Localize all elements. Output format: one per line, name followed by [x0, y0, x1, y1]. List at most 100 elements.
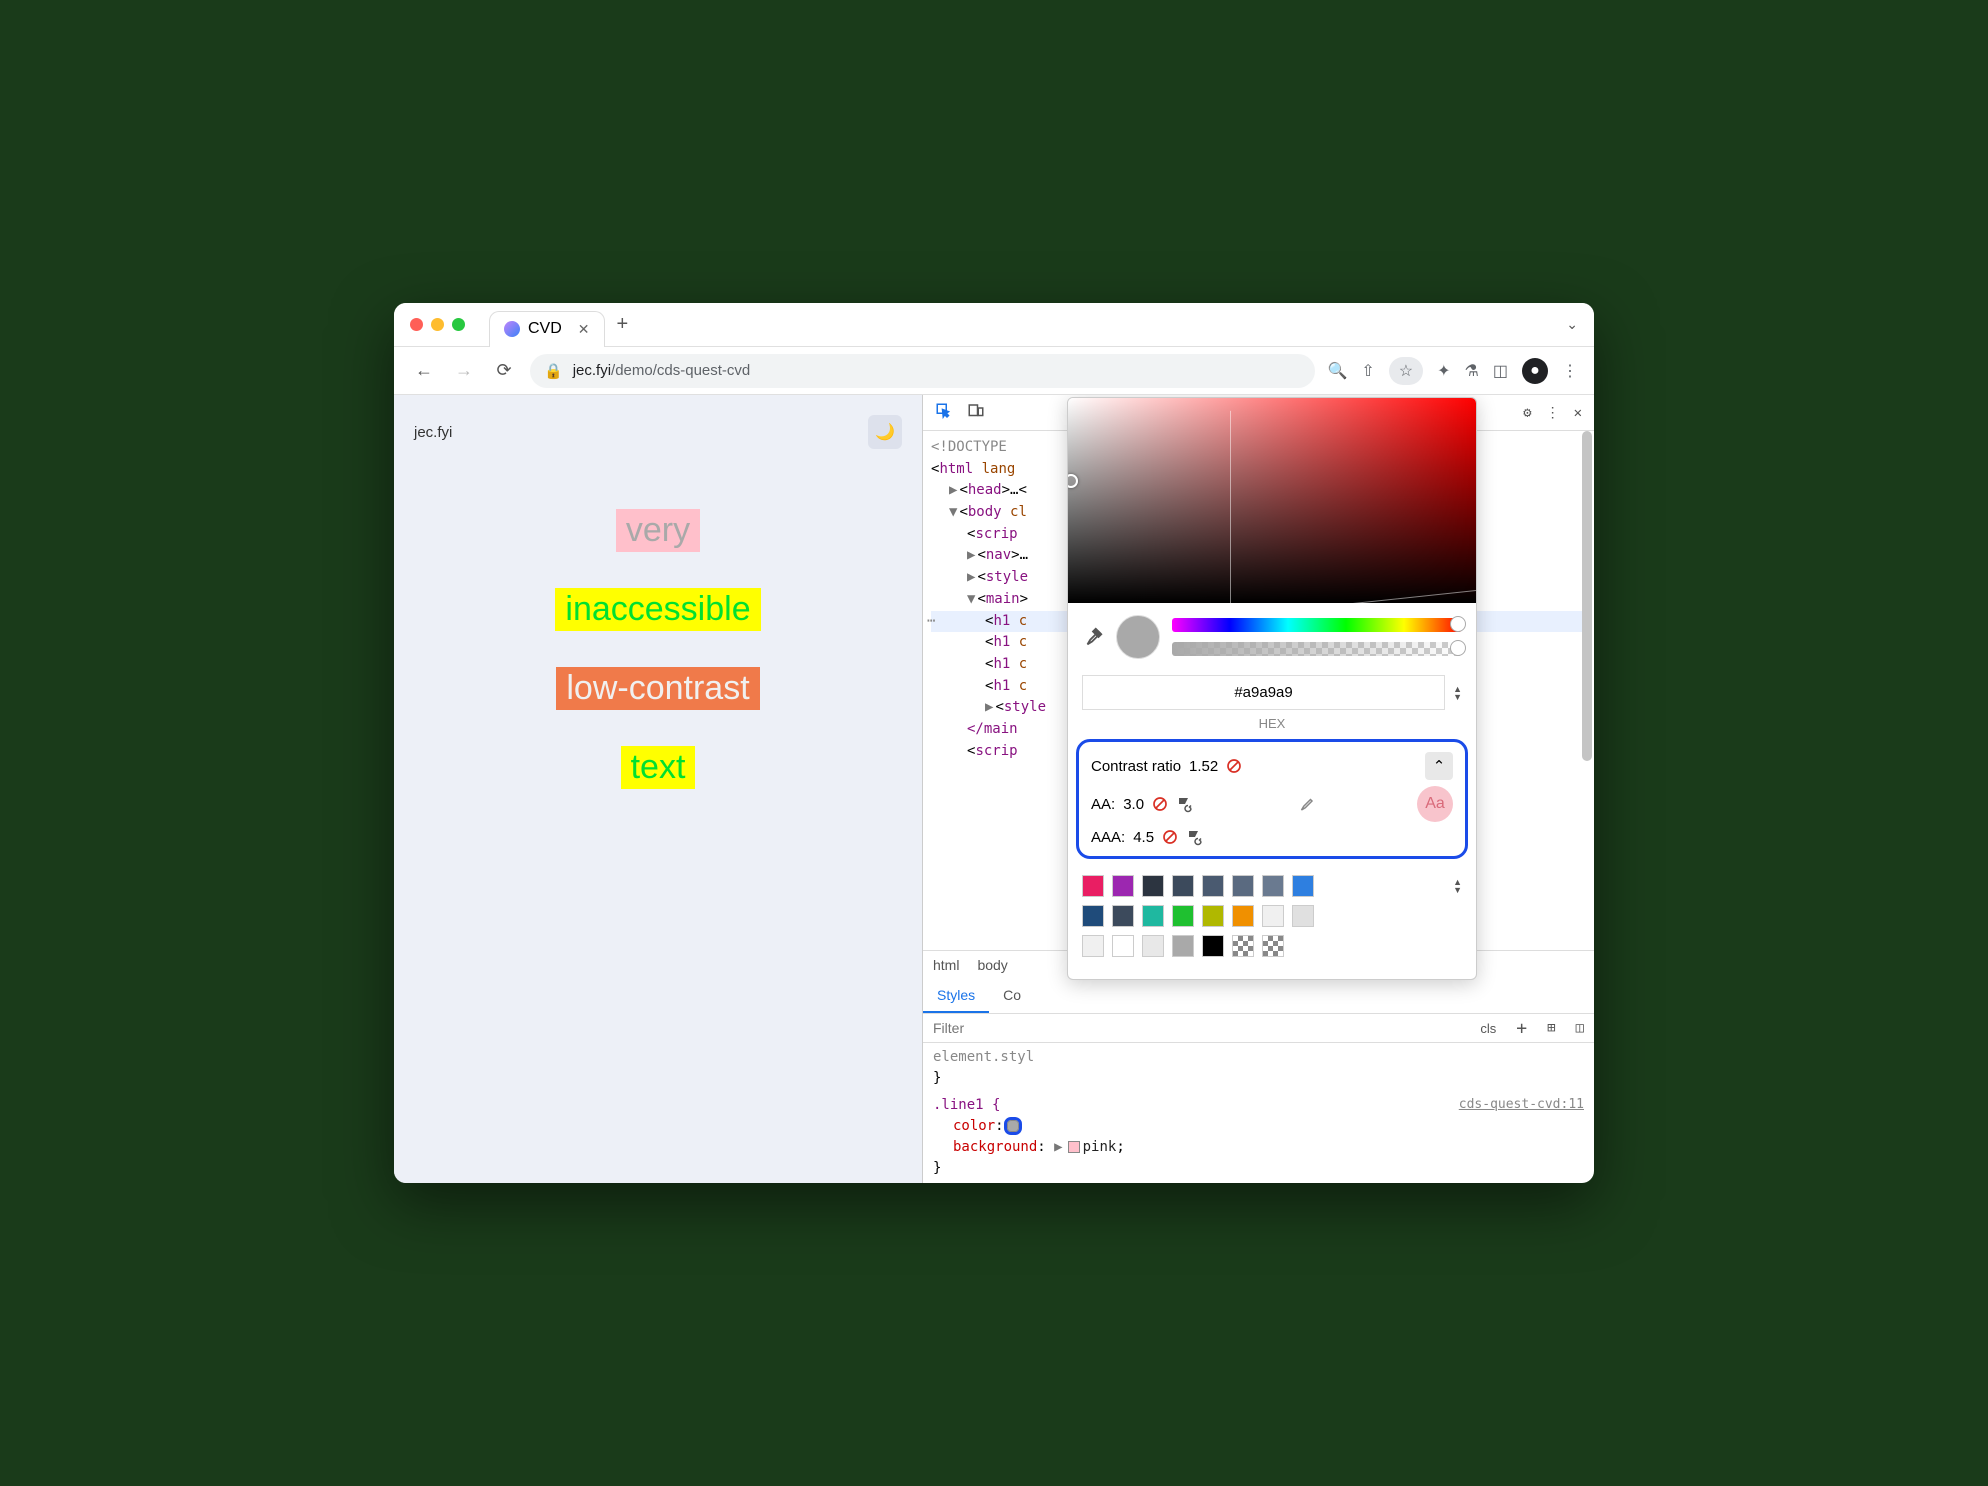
toggle-pane-icon[interactable]: ◫: [1566, 1020, 1594, 1036]
hex-label: HEX: [1068, 716, 1476, 731]
forward-button[interactable]: →: [450, 357, 478, 385]
crumb-html[interactable]: html: [933, 957, 959, 973]
swatch[interactable]: [1112, 875, 1134, 897]
swatch[interactable]: [1262, 905, 1284, 927]
swatch[interactable]: [1262, 935, 1284, 957]
contrast-fail-icon: [1226, 758, 1242, 774]
tab-styles[interactable]: Styles: [923, 979, 989, 1013]
alpha-slider[interactable]: [1172, 642, 1462, 656]
color-spectrum[interactable]: [1068, 398, 1476, 603]
swatch[interactable]: [1172, 905, 1194, 927]
sidepanel-icon[interactable]: ◫: [1493, 361, 1508, 381]
rendered-page: jec.fyi 🌙 very inaccessible low-contrast…: [394, 395, 922, 1183]
extensions-icon[interactable]: ✦: [1437, 361, 1450, 381]
demo-line-1: very: [616, 509, 700, 552]
swatch[interactable]: [1082, 935, 1104, 957]
devtools-scrollbar[interactable]: [1582, 431, 1592, 761]
maximize-window-button[interactable]: [452, 318, 465, 331]
swatch[interactable]: [1112, 935, 1134, 957]
aaa-fix-icon[interactable]: [1186, 828, 1204, 846]
close-devtools-icon[interactable]: ✕: [1574, 405, 1582, 421]
more-menu-icon[interactable]: ⋮: [1562, 361, 1578, 381]
inspect-element-button[interactable]: [935, 402, 953, 424]
bookmark-button[interactable]: ☆: [1389, 357, 1423, 385]
aa-fix-icon[interactable]: [1176, 795, 1194, 813]
demo-line-2: inaccessible: [555, 588, 760, 631]
swatch[interactable]: [1142, 905, 1164, 927]
theme-toggle-button[interactable]: 🌙: [868, 415, 902, 449]
contrast-label: Contrast ratio: [1091, 758, 1181, 775]
share-icon[interactable]: ⇧: [1361, 361, 1374, 381]
spectrum-handle[interactable]: [1067, 474, 1078, 488]
tabs-menu-button[interactable]: ⌄: [1566, 316, 1578, 333]
color-swatches: ▲▼: [1068, 867, 1476, 979]
browser-toolbar: ← → ⟳ 🔒 jec.fyi/demo/cds-quest-cvd 🔍 ⇧ ☆…: [394, 347, 1594, 395]
swatch[interactable]: [1202, 935, 1224, 957]
site-title: jec.fyi: [414, 424, 452, 441]
tab-title: CVD: [528, 320, 562, 338]
reload-button[interactable]: ⟳: [490, 357, 518, 385]
swatch[interactable]: [1262, 875, 1284, 897]
aa-fail-icon: [1152, 796, 1168, 812]
swatch-page-stepper[interactable]: ▲▼: [1453, 878, 1462, 894]
more-icon[interactable]: ⋮: [1546, 405, 1560, 421]
aaa-fail-icon: [1162, 829, 1178, 845]
tab-computed[interactable]: Co: [989, 979, 1035, 1013]
swatch[interactable]: [1172, 875, 1194, 897]
aaa-label: AAA:: [1091, 829, 1125, 846]
swatch[interactable]: [1292, 905, 1314, 927]
traffic-lights: [410, 318, 465, 331]
swatch[interactable]: [1202, 875, 1224, 897]
color-preview: [1116, 615, 1160, 659]
eyedropper-button[interactable]: [1082, 626, 1104, 648]
profile-button[interactable]: ●: [1522, 358, 1548, 384]
url-path: /demo/cds-quest-cvd: [611, 362, 750, 379]
tab-close-icon[interactable]: ✕: [578, 321, 590, 338]
bg-swatch[interactable]: [1068, 1141, 1080, 1153]
tab-favicon-icon: [504, 321, 520, 337]
devtools-panel: ⚙ ⋮ ✕ <!DOCTYPE <html lang ▶<head>…< ▼<b…: [922, 395, 1594, 1183]
swatch[interactable]: [1232, 875, 1254, 897]
content-area: jec.fyi 🌙 very inaccessible low-contrast…: [394, 395, 1594, 1183]
aa-label: AA:: [1091, 796, 1115, 813]
swatch[interactable]: [1202, 905, 1224, 927]
hex-input[interactable]: [1082, 675, 1445, 710]
contrast-value: 1.52: [1189, 758, 1218, 775]
contrast-eyedropper-icon[interactable]: [1297, 795, 1315, 813]
back-button[interactable]: ←: [410, 357, 438, 385]
swatch[interactable]: [1142, 875, 1164, 897]
rule-source-link[interactable]: cds-quest-cvd:11: [1459, 1095, 1584, 1115]
titlebar: CVD ✕ + ⌄: [394, 303, 1594, 347]
device-toggle-button[interactable]: [967, 402, 985, 424]
zoom-icon[interactable]: 🔍: [1327, 361, 1347, 381]
swatch[interactable]: [1112, 905, 1134, 927]
close-window-button[interactable]: [410, 318, 423, 331]
browser-window: CVD ✕ + ⌄ ← → ⟳ 🔒 jec.fyi/demo/cds-quest…: [394, 303, 1594, 1183]
demo-line-4: text: [621, 746, 696, 789]
minimize-window-button[interactable]: [431, 318, 444, 331]
swatch[interactable]: [1142, 935, 1164, 957]
swatch[interactable]: [1172, 935, 1194, 957]
swatch[interactable]: [1292, 875, 1314, 897]
format-stepper[interactable]: ▲▼: [1453, 685, 1462, 701]
new-style-button[interactable]: +: [1506, 1018, 1537, 1039]
cls-button[interactable]: cls: [1470, 1021, 1506, 1036]
styles-filter-input[interactable]: [923, 1014, 1470, 1042]
swatch[interactable]: [1232, 905, 1254, 927]
contrast-collapse-button[interactable]: ⌃: [1425, 752, 1453, 780]
url-domain: jec.fyi: [573, 362, 611, 379]
swatch[interactable]: [1082, 875, 1104, 897]
hue-slider[interactable]: [1172, 618, 1462, 632]
swatch[interactable]: [1082, 905, 1104, 927]
labs-icon[interactable]: ⚗: [1465, 361, 1479, 381]
browser-tab[interactable]: CVD ✕: [489, 311, 605, 347]
crumb-body[interactable]: body: [977, 957, 1007, 973]
new-tab-button[interactable]: +: [617, 313, 629, 336]
styles-icon[interactable]: ⊞: [1537, 1020, 1565, 1036]
url-bar[interactable]: 🔒 jec.fyi/demo/cds-quest-cvd: [530, 354, 1315, 388]
styles-toolbar: cls + ⊞ ◫: [923, 1014, 1594, 1043]
aa-value: 3.0: [1123, 796, 1144, 813]
settings-icon[interactable]: ⚙: [1523, 405, 1531, 421]
swatch[interactable]: [1232, 935, 1254, 957]
color-swatch[interactable]: [1007, 1120, 1019, 1132]
